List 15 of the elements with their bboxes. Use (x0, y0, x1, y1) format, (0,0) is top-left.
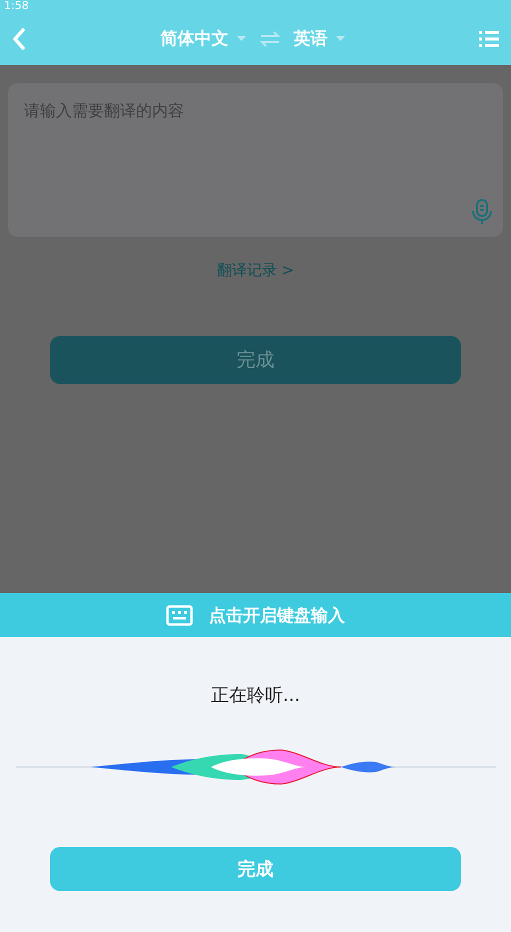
status-time: 1:58 (4, 0, 29, 12)
translation-history-link[interactable]: 翻译记录 > (216, 261, 294, 280)
target-language-dropdown[interactable]: 英语 (294, 27, 344, 50)
done-button[interactable]: 完成 (50, 847, 461, 891)
caret-icon (336, 36, 344, 41)
source-language-dropdown[interactable]: 简体中文 (160, 27, 246, 50)
keyboard-input-button[interactable]: 点击开启键盘输入 (0, 593, 511, 637)
keyboard-icon (166, 604, 193, 626)
microphone-icon[interactable] (471, 199, 493, 225)
back-button[interactable] (12, 28, 26, 50)
listening-status: 正在聆听... (210, 684, 300, 707)
done-button[interactable]: 完成 (50, 336, 461, 384)
caret-icon (236, 36, 246, 41)
menu-button[interactable] (479, 30, 499, 46)
swap-button[interactable] (260, 30, 280, 46)
